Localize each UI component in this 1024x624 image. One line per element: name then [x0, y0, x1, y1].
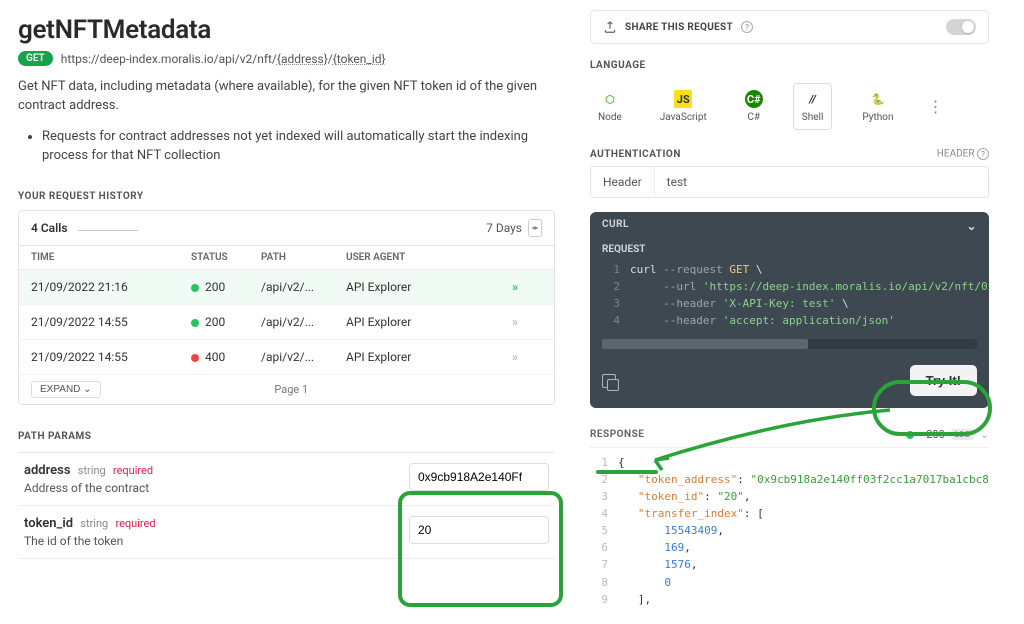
response-body[interactable]: 1{ 2 "token_address": "0x9cb918a2e140ff0… [590, 448, 989, 607]
auth-input[interactable]: Header test [590, 166, 989, 198]
share-icon [603, 20, 617, 34]
chevron-right-icon[interactable]: » [512, 350, 542, 364]
help-icon[interactable]: ? [741, 21, 753, 33]
param-required: required [115, 517, 155, 530]
method-pill: GET [18, 51, 53, 66]
shell-icon: // [804, 90, 822, 108]
col-status: STATUS [191, 252, 261, 263]
lang-label: JavaScript [660, 112, 707, 123]
param-tokenid: token_id string required The id of the t… [18, 506, 555, 559]
share-label: SHARE THIS REQUEST [625, 22, 733, 33]
history-label: YOUR REQUEST HISTORY [18, 191, 555, 202]
auth-label: AUTHENTICATION [590, 149, 681, 160]
help-icon[interactable]: ? [977, 148, 989, 160]
cell-useragent: API Explorer [346, 280, 512, 294]
csharp-icon: C# [745, 90, 763, 108]
share-request-box: SHARE THIS REQUEST ? [590, 10, 989, 44]
endpoint-url: https://deep-index.moralis.io/api/v2/nft… [61, 52, 386, 66]
table-row[interactable]: 21/09/2022 21:16 200 /api/v2/... API Exp… [19, 270, 554, 305]
node-icon: ⬡ [601, 90, 619, 108]
cell-time: 21/09/2022 14:55 [31, 315, 191, 329]
endpoint-param-tokenid[interactable]: {token_id} [333, 52, 386, 66]
try-it-button[interactable]: Try It! [910, 365, 977, 396]
horizontal-scrollbar[interactable] [602, 339, 977, 349]
table-row[interactable]: 21/09/2022 14:55 200 /api/v2/... API Exp… [19, 305, 554, 340]
cell-time: 21/09/2022 21:16 [31, 280, 191, 294]
chevron-down-icon[interactable]: ⌄ [980, 428, 989, 441]
cell-status: 200 [191, 280, 261, 294]
auth-mode: HEADER [937, 149, 975, 160]
address-input[interactable] [409, 463, 549, 491]
cell-time: 21/09/2022 14:55 [31, 350, 191, 364]
chevron-right-icon[interactable]: » [512, 280, 542, 294]
param-desc: The id of the token [24, 534, 409, 548]
tokenid-input[interactable] [409, 516, 549, 544]
lang-shell[interactable]: // Shell [793, 83, 833, 130]
copy-icon[interactable] [602, 374, 616, 388]
language-label: LANGUAGE [590, 60, 989, 71]
code-sample: CURL ⌄ REQUEST 1curl --request GET \ 2 --… [590, 212, 989, 408]
history-table: 4 Calls 7 Days TIME STATUS PATH USER AGE… [18, 210, 555, 405]
col-time: TIME [31, 252, 191, 263]
history-range-stepper[interactable] [528, 219, 542, 237]
history-calls: 4 Calls [31, 221, 68, 235]
python-icon: 🐍 [869, 90, 887, 108]
endpoint-param-address[interactable]: {address} [277, 52, 328, 66]
code-lang-label: CURL [602, 219, 629, 233]
cell-useragent: API Explorer [346, 315, 512, 329]
chevron-right-icon[interactable]: » [512, 315, 542, 329]
auth-value: test [655, 167, 699, 197]
param-required: required [113, 464, 153, 477]
endpoint-description: Get NFT data, including metadata (where … [18, 78, 555, 116]
status-dot-icon [906, 431, 914, 439]
chevron-down-icon[interactable]: ⌄ [966, 219, 977, 233]
endpoint-note: Requests for contract addresses not yet … [42, 128, 555, 166]
lang-label: C# [747, 112, 760, 123]
cell-path: /api/v2/... [261, 350, 346, 364]
col-useragent: USER AGENT [346, 252, 512, 263]
cell-status: 200 [191, 315, 261, 329]
lang-csharp[interactable]: C# C# [737, 84, 771, 129]
lang-python[interactable]: 🐍 Python [854, 84, 901, 129]
auth-key: Header [591, 167, 655, 197]
code-request-label: REQUEST [590, 240, 989, 255]
share-toggle[interactable] [946, 19, 976, 35]
param-name: token_id [24, 516, 73, 531]
response-status: 200 [926, 428, 945, 441]
log-badge: LOG [951, 429, 974, 440]
cell-path: /api/v2/... [261, 315, 346, 329]
param-type: string [80, 517, 108, 530]
lang-label: Shell [802, 112, 824, 123]
table-row[interactable]: 21/09/2022 14:55 400 /api/v2/... API Exp… [19, 340, 554, 375]
lang-javascript[interactable]: JS JavaScript [652, 84, 715, 129]
endpoint-base: https://deep-index.moralis.io/api/v2/nft… [61, 52, 277, 66]
history-range: 7 Days [486, 221, 522, 235]
cell-path: /api/v2/... [261, 280, 346, 294]
js-icon: JS [674, 90, 692, 108]
more-languages-icon[interactable]: ⋮ [928, 97, 944, 116]
param-address: address string required Address of the c… [18, 453, 555, 506]
history-sparkline [78, 230, 138, 231]
code-body[interactable]: 1curl --request GET \ 2 --url 'https://d… [590, 255, 989, 339]
param-desc: Address of the contract [24, 481, 409, 495]
response-label: RESPONSE [590, 429, 644, 440]
page-title: getNFTMetadata [18, 15, 555, 45]
lang-node[interactable]: ⬡ Node [590, 84, 630, 129]
param-name: address [24, 463, 71, 478]
cell-status: 400 [191, 350, 261, 364]
path-params-label: PATH PARAMS [18, 431, 555, 442]
lang-label: Python [862, 112, 893, 123]
page-label: Page 1 [274, 383, 308, 396]
col-path: PATH [261, 252, 346, 263]
expand-button[interactable]: EXPAND ⌄ [31, 381, 101, 398]
param-type: string [78, 464, 106, 477]
lang-label: Node [598, 112, 622, 123]
cell-useragent: API Explorer [346, 350, 512, 364]
